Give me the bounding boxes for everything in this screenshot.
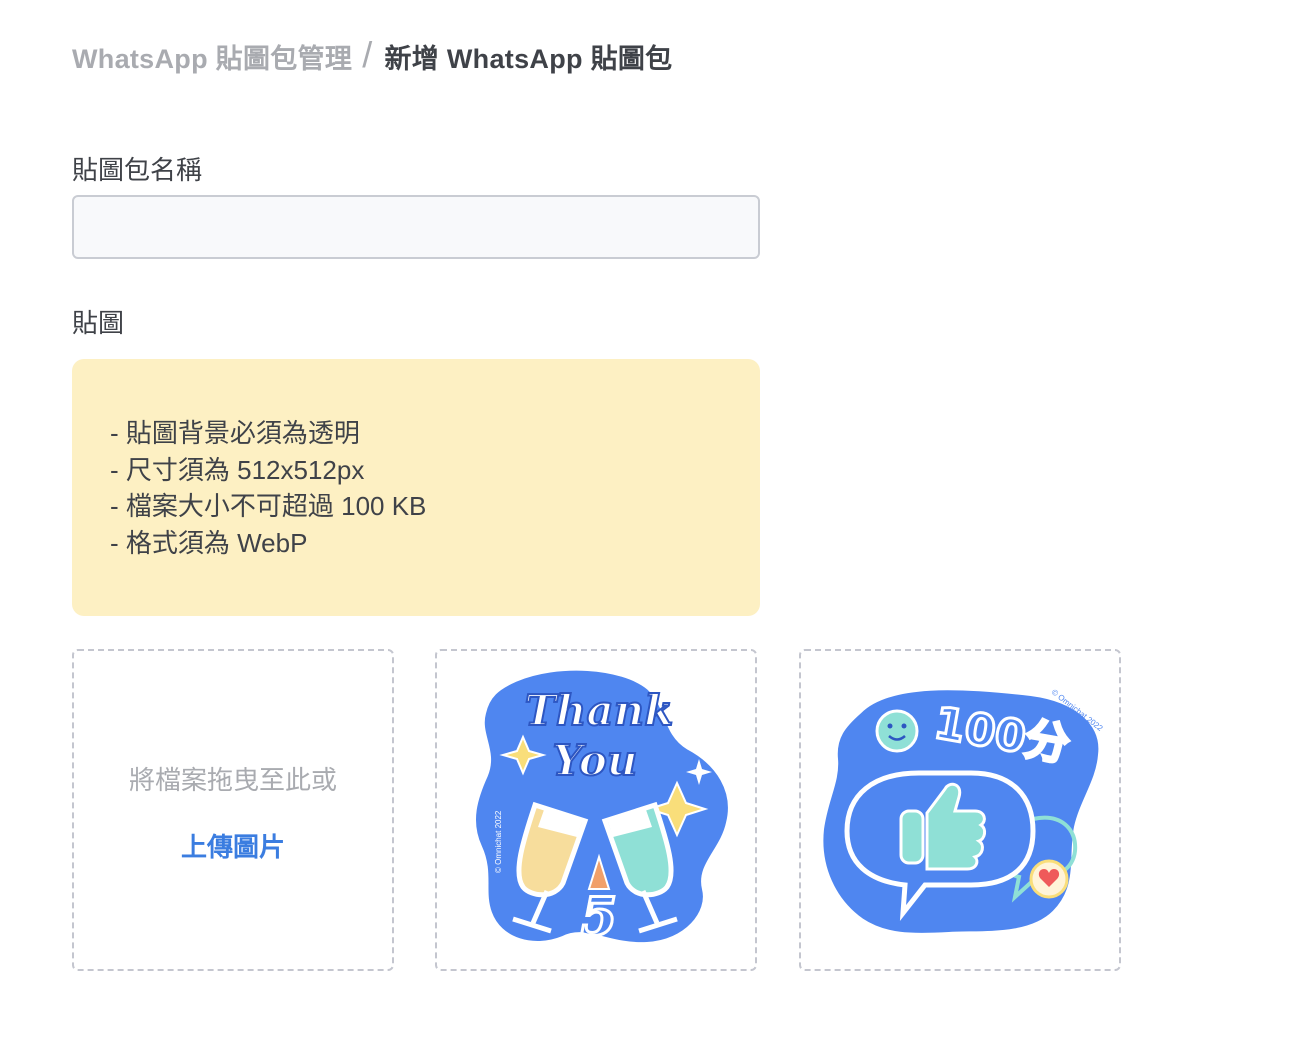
sticker-text-line1: Thank: [525, 686, 674, 735]
thumbs-up-cuff: [899, 809, 925, 865]
stickers-label: 貼圖: [72, 308, 125, 338]
breadcrumb: WhatsApp 貼圖包管理 / 新增 WhatsApp 貼圖包: [72, 34, 673, 78]
thank-you-sticker-image: Thank You 5 © Omnichat 2022: [470, 664, 734, 950]
smiley-eye: [901, 723, 907, 729]
breadcrumb-parent-link[interactable]: WhatsApp 貼圖包管理: [72, 37, 352, 76]
sticker-number: 5: [581, 887, 617, 948]
sticker-pack-name-input[interactable]: [72, 195, 760, 259]
sticker-thumbnail-100-points[interactable]: 100分 © Omnichat 2022: [799, 649, 1121, 971]
smiley-eye: [887, 723, 893, 729]
requirement-item: - 貼圖背景必須為透明: [110, 418, 360, 448]
requirement-item: - 格式須為 WebP: [110, 527, 308, 558]
sticker-text-line2: You: [553, 736, 638, 785]
drop-hint-text: 將檔案拖曳至此或: [128, 765, 337, 795]
page: WhatsApp 貼圖包管理 / 新增 WhatsApp 貼圖包 貼圖包名稱 貼…: [0, 0, 1298, 1062]
sticker-pack-name-label: 貼圖包名稱: [72, 155, 203, 185]
sticker-requirements-notice: - 貼圖背景必須為透明 - 尺寸須為 512x512px - 檔案大小不可超過 …: [72, 359, 760, 616]
sticker-watermark: © Omnichat 2022: [494, 810, 503, 873]
requirement-item: - 尺寸須為 512x512px: [110, 454, 365, 485]
upload-image-link[interactable]: 上傳圖片: [181, 827, 285, 864]
sticker-upload-dropzone[interactable]: 將檔案拖曳至此或 上傳圖片: [72, 649, 394, 971]
100-points-sticker-image: 100分 © Omnichat 2022: [817, 684, 1105, 939]
sticker-thumbnail-thank-you[interactable]: Thank You 5 © Omnichat 2022: [435, 649, 757, 971]
breadcrumb-current-page: 新增 WhatsApp 貼圖包: [384, 43, 673, 74]
smiley-face-icon: [875, 709, 919, 753]
breadcrumb-separator: /: [362, 34, 373, 75]
requirement-item: - 檔案大小不可超過 100 KB: [110, 491, 427, 521]
